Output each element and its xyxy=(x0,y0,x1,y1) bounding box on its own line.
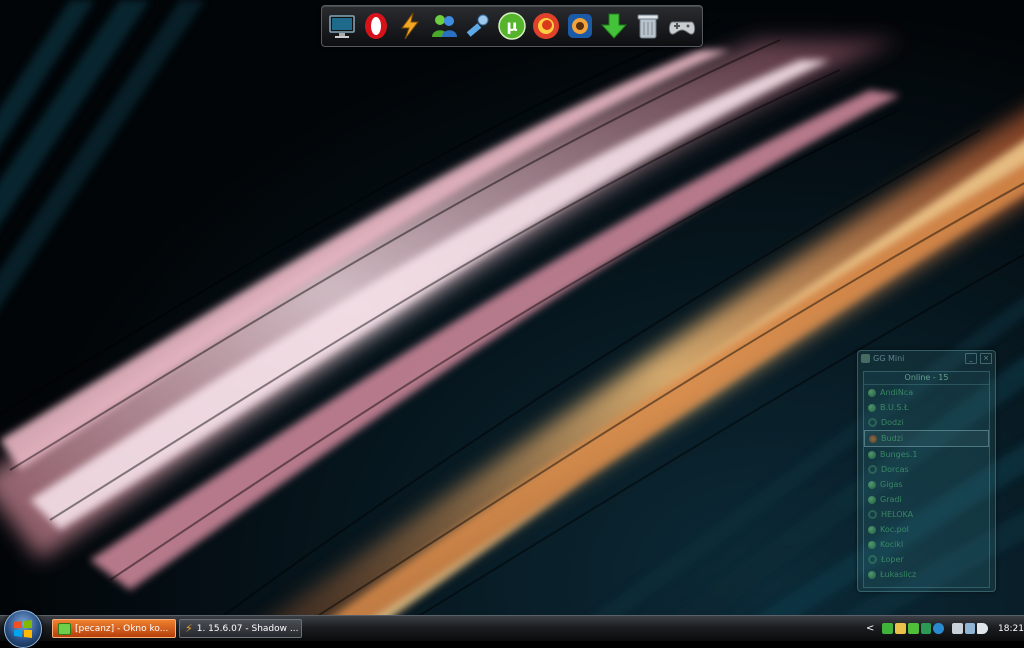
volume-icon[interactable] xyxy=(977,623,989,634)
contact-list-window[interactable]: GG Mini _ × Online - 15 AndiNca B.U.S.Ł … xyxy=(857,350,996,592)
chat-window-icon xyxy=(58,622,71,635)
status-online-icon xyxy=(868,570,876,579)
windows-logo-icon xyxy=(14,620,32,638)
globe-icon[interactable] xyxy=(933,623,944,634)
status-online-icon xyxy=(868,510,877,519)
firefox-icon[interactable] xyxy=(530,10,562,42)
taskbar-button-winamp[interactable]: ⚡ 1. 15.6.07 - Shadow ... xyxy=(179,619,302,638)
winamp-icon: ⚡ xyxy=(185,622,193,635)
download-icon[interactable] xyxy=(598,10,630,42)
status-online-icon xyxy=(868,388,876,397)
app-icon xyxy=(861,354,870,363)
clock[interactable]: 18:21 xyxy=(998,624,1024,634)
minimize-button[interactable]: _ xyxy=(965,353,977,364)
tools-icon[interactable] xyxy=(462,10,494,42)
gamepad-icon[interactable] xyxy=(666,10,698,42)
download-icon[interactable] xyxy=(882,623,894,634)
media-player-icon[interactable] xyxy=(564,10,596,42)
contact-list[interactable]: Online - 15 AndiNca B.U.S.Ł Dodzi Budzi … xyxy=(863,371,990,588)
contact-list-titlebar[interactable]: GG Mini _ × xyxy=(858,351,995,366)
contact-item[interactable]: Bunges.1 xyxy=(864,447,989,462)
contact-item[interactable]: Budzi xyxy=(864,430,989,447)
svg-text:µ: µ xyxy=(506,17,517,35)
contact-item[interactable]: Koc.pol xyxy=(864,522,989,537)
status-online-icon xyxy=(868,555,877,564)
close-button[interactable]: × xyxy=(980,353,992,364)
contact-item[interactable]: Łoper xyxy=(864,552,989,567)
recycle-bin-icon[interactable] xyxy=(632,10,664,42)
contact-item[interactable]: Gigas xyxy=(864,477,989,492)
messenger-icon[interactable] xyxy=(428,10,460,42)
contact-item[interactable]: Dodzi xyxy=(864,415,989,430)
desktop[interactable]: µ GG Mini _ × Online - 15 AndiNca B.U.S.… xyxy=(0,0,1024,615)
contact-item[interactable]: AndiNca xyxy=(864,385,989,400)
contact-item[interactable]: Gradi xyxy=(864,492,989,507)
status-online-icon xyxy=(868,450,876,459)
quick-launch-dock: µ xyxy=(321,5,703,47)
folder-icon[interactable] xyxy=(895,623,906,634)
status-online-icon xyxy=(868,480,876,489)
contact-item[interactable]: HELOKA xyxy=(864,507,989,522)
contact-group-header[interactable]: Online - 15 xyxy=(864,372,989,385)
contact-item[interactable]: Dorcas xyxy=(864,462,989,477)
status-online-icon xyxy=(868,418,877,427)
start-button[interactable] xyxy=(4,610,42,648)
contact-item[interactable]: Łukaslicz xyxy=(864,567,989,582)
show-hidden-icons-button[interactable]: < xyxy=(866,623,874,634)
h-icon[interactable] xyxy=(920,623,932,634)
utorrent-icon[interactable]: µ xyxy=(496,10,528,42)
status-busy-icon xyxy=(869,434,877,443)
status-online-icon xyxy=(868,403,876,412)
taskbar-button-chat[interactable]: [pecanz] - Okno ko... xyxy=(52,619,176,638)
status-online-icon xyxy=(868,540,876,549)
status-online-icon xyxy=(868,495,876,504)
contact-item[interactable]: Kocikl xyxy=(864,537,989,552)
monitor-icon[interactable] xyxy=(326,10,358,42)
system-tray: < 18:21 xyxy=(866,619,1024,638)
winamp-icon[interactable] xyxy=(394,10,426,42)
status-online-icon xyxy=(868,465,877,474)
opera-icon[interactable] xyxy=(360,10,392,42)
status-online-icon xyxy=(868,525,876,534)
shield-icon[interactable] xyxy=(951,623,963,634)
contact-item[interactable]: B.U.S.Ł xyxy=(864,400,989,415)
network-icon[interactable] xyxy=(964,623,976,634)
taskbar: [pecanz] - Okno ko... ⚡ 1. 15.6.07 - Sha… xyxy=(0,610,1024,648)
contact-list-title: GG Mini xyxy=(873,354,905,363)
chat-icon[interactable] xyxy=(907,623,919,634)
